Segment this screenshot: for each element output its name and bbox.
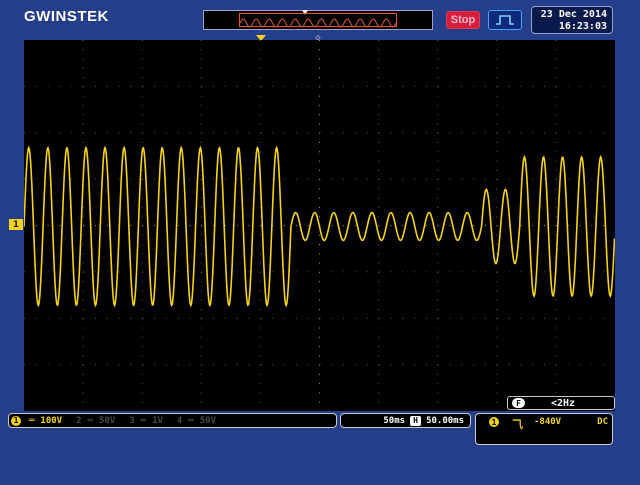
channel-3-label[interactable]: 3 [129, 416, 134, 426]
channel-4-label[interactable]: 4 [177, 416, 182, 426]
memory-preview-waveform [239, 18, 397, 28]
memory-overview-bar[interactable] [203, 10, 433, 30]
trigger-slope-icon: ⺄ [512, 418, 523, 431]
channel-3-coupling-icon: ═ [140, 415, 147, 426]
brand-logo: GWINSTEK [24, 8, 109, 25]
trigger-source-badge: 1 [489, 417, 499, 427]
channel-1-scale: 100V [40, 415, 63, 426]
status-bar: 1 ═ 100V 2 ═ 50V 3 ═ 1V 4 ═ 50V 50ms H 5… [0, 413, 640, 453]
channel-2-label[interactable]: 2 [76, 416, 81, 426]
date-time-display: 23 Dec 2014 16:23:03 [531, 6, 613, 34]
waveform-display[interactable] [24, 40, 615, 411]
date-text: 23 Dec 2014 [540, 9, 607, 20]
frequency-value: <2Hz [551, 397, 576, 409]
horizontal-position-icon: H [410, 415, 422, 426]
trigger-level: -840V [534, 417, 562, 427]
trigger-edge-icon[interactable] [488, 10, 522, 30]
time-text: 16:23:03 [558, 21, 607, 32]
channel-1-badge: 1 [11, 415, 21, 426]
oscilloscope-screen: GWINSTEK Stop 23 Dec 2014 16:23:03 ◇ 1 F… [0, 0, 640, 485]
memory-view-window [239, 13, 397, 28]
channel-3-scale: 1V [152, 415, 163, 426]
timebase-scale: 50ms [383, 415, 406, 426]
channel-4-coupling-icon: ═ [188, 415, 194, 426]
channel-1-ground-marker[interactable]: 1 [9, 219, 23, 230]
horizontal-position: 50.00ms [426, 415, 464, 426]
channel-2-coupling-icon: ═ [87, 415, 93, 426]
channel-1-coupling-icon: ═ [29, 415, 35, 426]
channel-1-trace [24, 145, 615, 308]
run-stop-button[interactable]: Stop [446, 11, 480, 29]
frequency-icon: F [512, 398, 525, 408]
trigger-settings[interactable]: 1 ⺄ -840V DC [475, 413, 613, 445]
channel-2-scale: 50V [98, 415, 116, 426]
channel-settings[interactable]: 1 ═ 100V 2 ═ 50V 3 ═ 1V 4 ═ 50V [8, 413, 337, 428]
timebase-settings[interactable]: 50ms H 50.00ms [340, 413, 471, 428]
trigger-coupling: DC [597, 417, 608, 427]
channel-4-scale: 50V [199, 415, 217, 426]
frequency-counter: F <2Hz [507, 396, 615, 410]
